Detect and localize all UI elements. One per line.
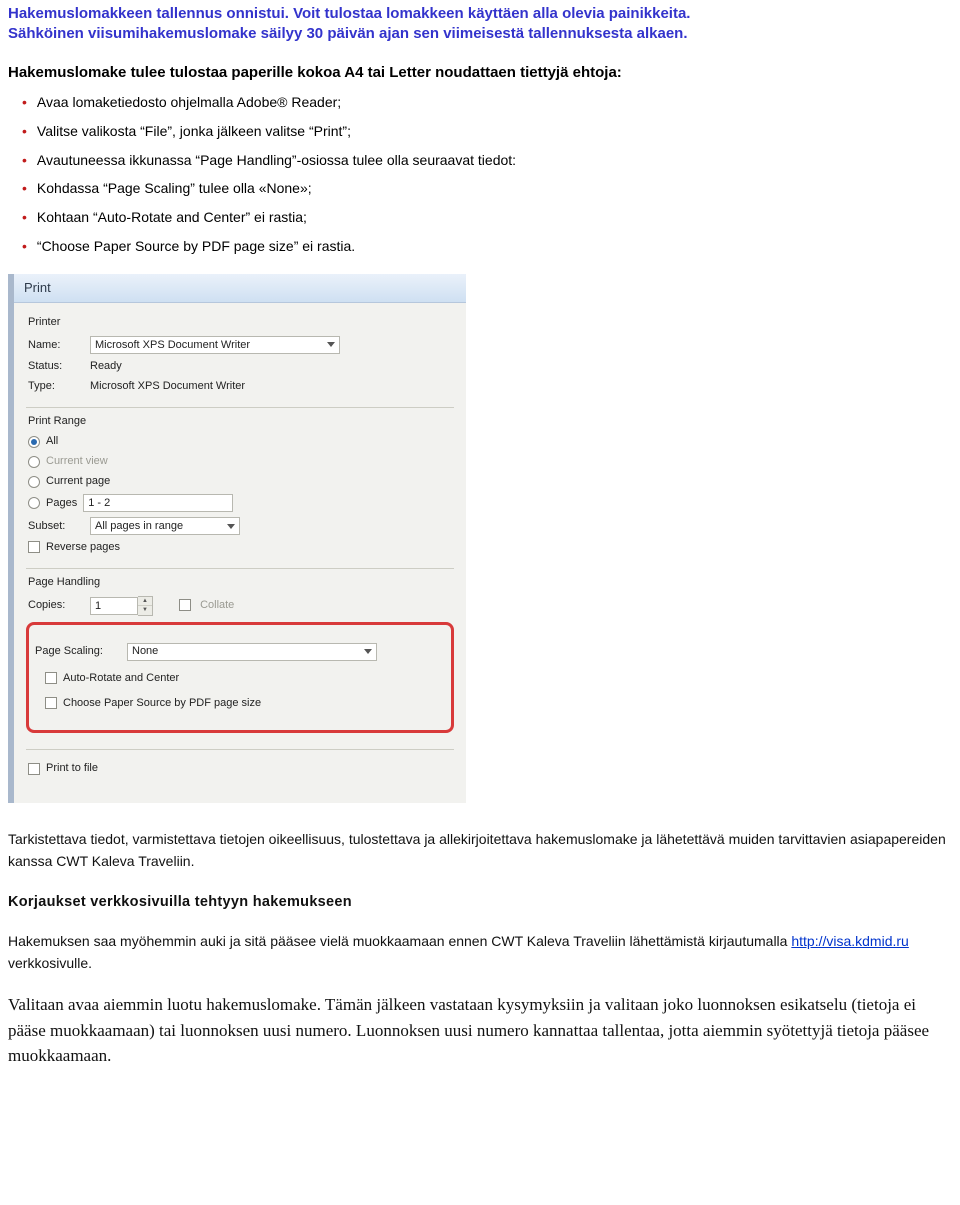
- para2-prefix: Hakemuksen saa myöhemmin auki ja sitä pä…: [8, 933, 791, 949]
- list-item: Kohtaan “Auto-Rotate and Center” ei rast…: [22, 208, 952, 227]
- dialog-titlebar: Print: [14, 274, 466, 303]
- radio-pages-label: Pages: [46, 496, 77, 511]
- chevron-down-icon: [227, 524, 235, 529]
- list-item: Valitse valikosta “File”, jonka jälkeen …: [22, 122, 952, 141]
- print-range-title: Print Range: [28, 414, 452, 429]
- printer-type-value: Microsoft XPS Document Writer: [90, 379, 245, 394]
- para2-suffix: verkkosivulle.: [8, 955, 92, 971]
- printer-group: Printer Name: Microsoft XPS Document Wri…: [26, 309, 454, 407]
- chevron-down-icon: [327, 342, 335, 347]
- page-handling-title: Page Handling: [28, 575, 452, 590]
- pages-input[interactable]: 1 - 2: [83, 494, 233, 512]
- printer-name-label: Name:: [28, 338, 90, 353]
- copies-label: Copies:: [28, 598, 90, 613]
- choose-paper-label: Choose Paper Source by PDF page size: [63, 696, 261, 711]
- radio-current-view-label: Current view: [46, 454, 108, 469]
- radio-all[interactable]: [28, 436, 40, 448]
- radio-pages[interactable]: [28, 497, 40, 509]
- collate-checkbox[interactable]: [179, 599, 191, 611]
- copies-value: 1: [90, 597, 138, 615]
- print-range-group: Print Range All Current view Current pag…: [26, 407, 454, 568]
- page-handling-group: Page Handling Copies: 1 ▲ ▼ Collate Pa: [26, 568, 454, 750]
- body-paragraph-1: Tarkistettava tiedot, varmistettava tiet…: [8, 829, 952, 872]
- auto-rotate-checkbox[interactable]: [45, 672, 57, 684]
- chevron-down-icon: [364, 649, 372, 654]
- body-paragraph-3: Valitaan avaa aiemmin luotu hakemuslomak…: [8, 992, 952, 1069]
- page-scaling-select[interactable]: None: [127, 643, 377, 661]
- collate-label: Collate: [200, 599, 234, 611]
- kdmid-link[interactable]: http://visa.kdmid.ru: [791, 933, 909, 949]
- list-item: “Choose Paper Source by PDF page size” e…: [22, 237, 952, 256]
- print-dialog: Print Printer Name: Microsoft XPS Docume…: [8, 274, 466, 803]
- subset-value: All pages in range: [95, 519, 183, 534]
- reverse-pages-checkbox[interactable]: [28, 541, 40, 553]
- chevron-up-icon: ▲: [138, 597, 152, 607]
- reverse-pages-label: Reverse pages: [46, 540, 120, 555]
- page-scaling-value: None: [132, 644, 158, 659]
- printer-status-label: Status:: [28, 359, 90, 374]
- printer-type-label: Type:: [28, 379, 90, 394]
- page-scaling-label: Page Scaling:: [35, 644, 127, 659]
- stepper-buttons[interactable]: ▲ ▼: [138, 596, 153, 616]
- copies-stepper[interactable]: 1 ▲ ▼: [90, 596, 153, 616]
- list-item: Avaa lomaketiedosto ohjelmalla Adobe® Re…: [22, 93, 952, 112]
- radio-current-page[interactable]: [28, 476, 40, 488]
- radio-all-label: All: [46, 434, 58, 449]
- notice-line-1: Hakemuslomakkeen tallennus onnistui. Voi…: [8, 4, 952, 24]
- dialog-title: Print: [24, 279, 51, 297]
- choose-paper-checkbox[interactable]: [45, 697, 57, 709]
- printer-name-value: Microsoft XPS Document Writer: [95, 338, 250, 353]
- body-paragraph-2: Hakemuksen saa myöhemmin auki ja sitä pä…: [8, 931, 952, 974]
- chevron-down-icon: ▼: [138, 606, 152, 615]
- printer-group-title: Printer: [28, 315, 452, 330]
- printer-name-select[interactable]: Microsoft XPS Document Writer: [90, 336, 340, 354]
- auto-rotate-label: Auto-Rotate and Center: [63, 671, 179, 686]
- radio-current-view[interactable]: [28, 456, 40, 468]
- radio-current-page-label: Current page: [46, 474, 110, 489]
- print-to-file-group: Print to file: [26, 749, 454, 789]
- instruction-list: Avaa lomaketiedosto ohjelmalla Adobe® Re…: [22, 93, 952, 256]
- notice-line-2: Sähköinen viisumihakemuslomake säilyy 30…: [8, 24, 952, 44]
- print-to-file-checkbox[interactable]: [28, 763, 40, 775]
- highlighted-settings: Page Scaling: None Auto-Rotate and Cente…: [26, 622, 454, 734]
- printer-status-value: Ready: [90, 359, 122, 374]
- subset-select[interactable]: All pages in range: [90, 517, 240, 535]
- subset-label: Subset:: [28, 519, 90, 534]
- print-to-file-label: Print to file: [46, 761, 98, 776]
- corrections-heading: Korjaukset verkkosivuilla tehtyyn hakemu…: [8, 891, 952, 913]
- list-item: Kohdassa “Page Scaling” tulee olla «None…: [22, 179, 952, 198]
- print-heading: Hakemuslomake tulee tulostaa paperille k…: [8, 63, 952, 83]
- list-item: Avautuneessa ikkunassa “Page Handling”-o…: [22, 151, 952, 170]
